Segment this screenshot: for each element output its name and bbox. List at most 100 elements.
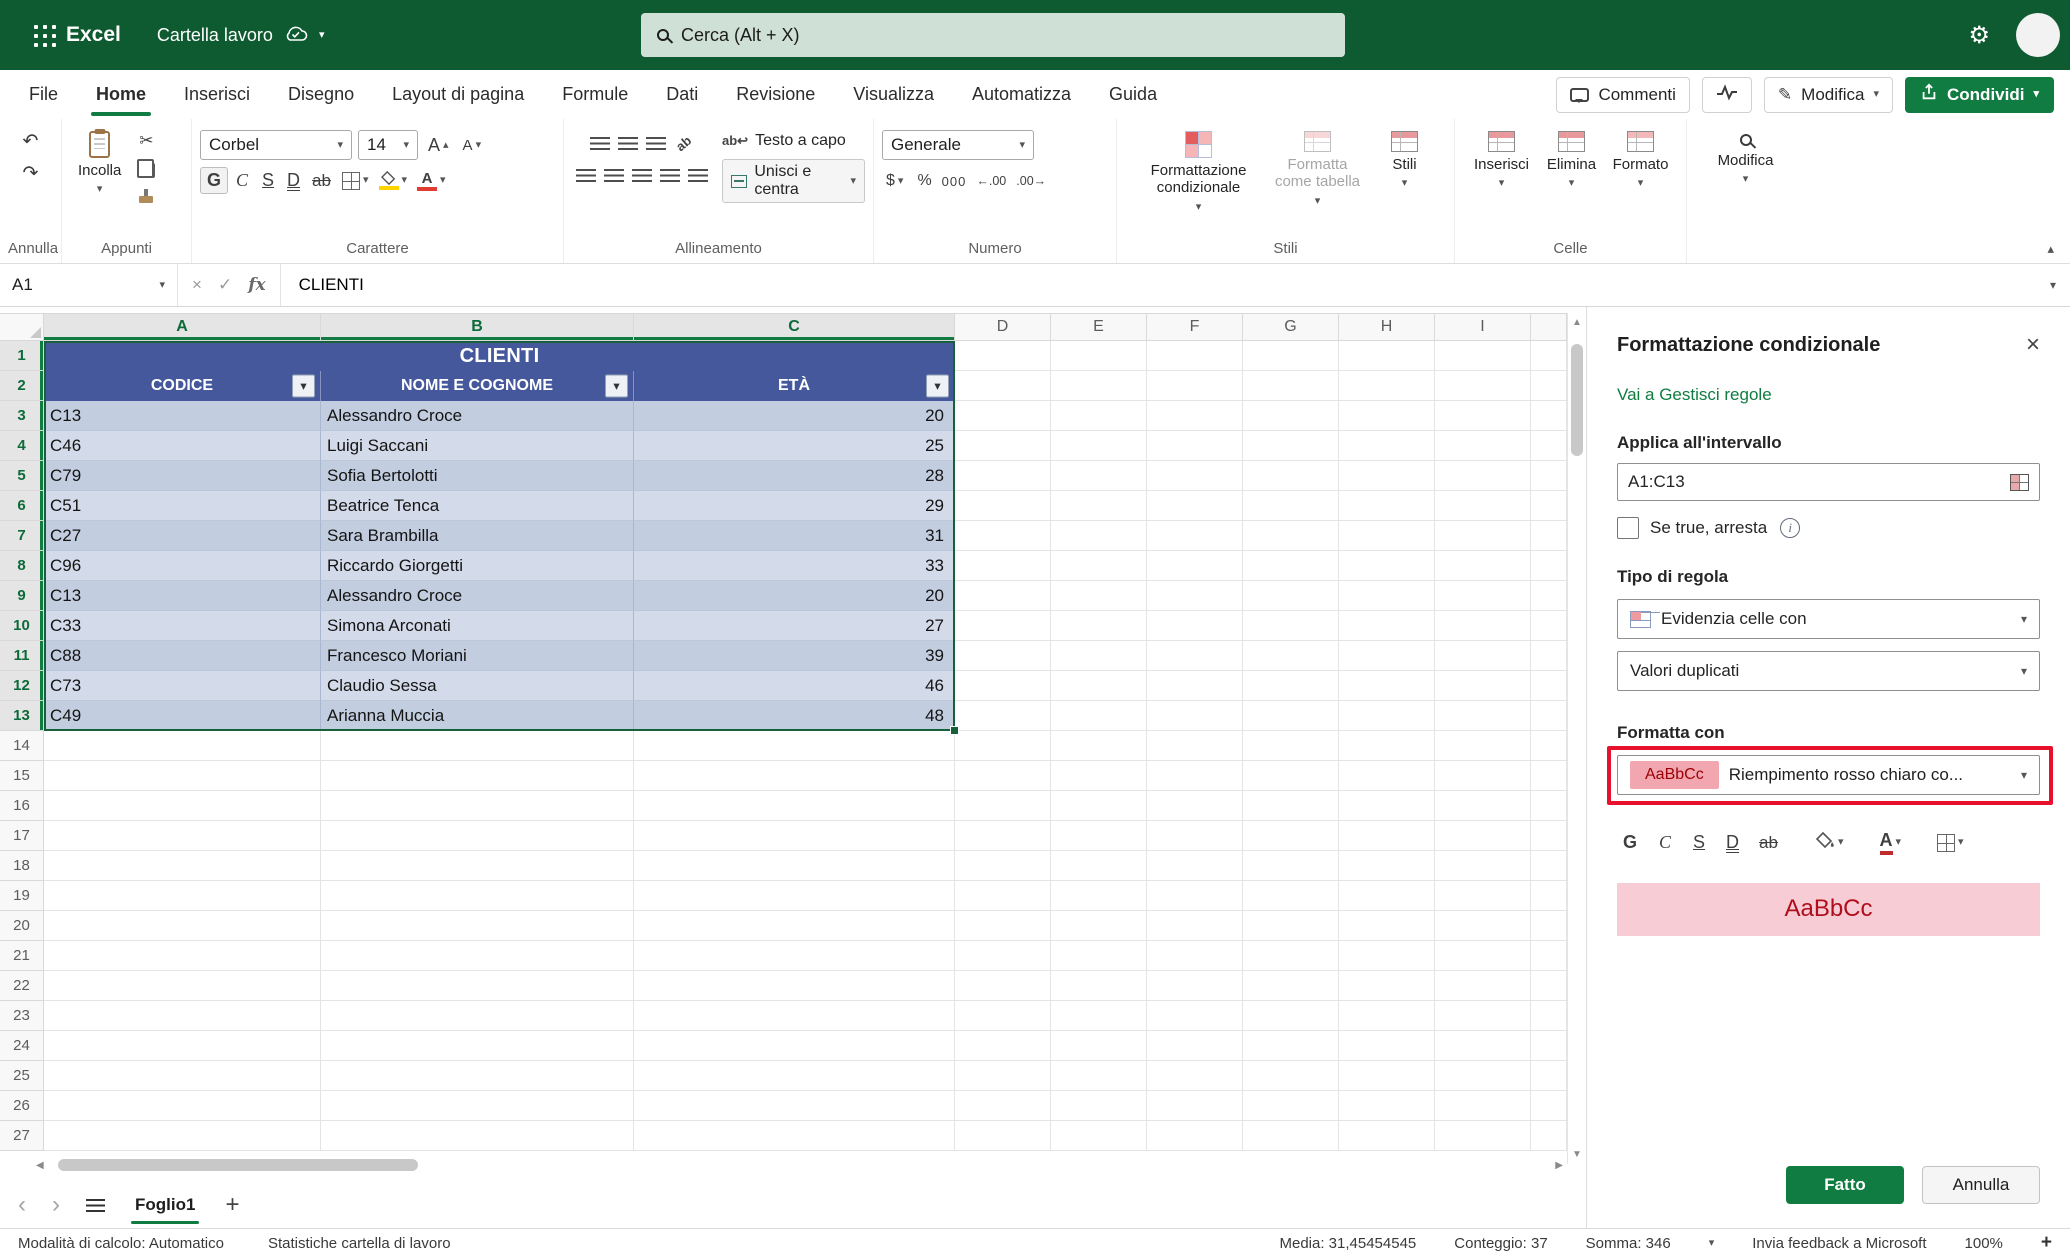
- cell[interactable]: [1531, 791, 1567, 821]
- cell[interactable]: [955, 1121, 1051, 1151]
- merge-center-button[interactable]: Unisci e centra ▾: [722, 159, 865, 203]
- paste-button[interactable]: Incolla ▾: [70, 127, 129, 240]
- cut-button[interactable]: ✂: [139, 131, 153, 151]
- table-cell[interactable]: 48: [634, 701, 955, 731]
- cell[interactable]: [1531, 821, 1567, 851]
- table-cell[interactable]: 33: [634, 551, 955, 581]
- cell[interactable]: [44, 731, 321, 761]
- cell[interactable]: [1243, 1121, 1339, 1151]
- cell[interactable]: [1435, 611, 1531, 641]
- align-bottom-button[interactable]: [642, 130, 670, 156]
- cell[interactable]: [1435, 941, 1531, 971]
- cell[interactable]: [1339, 941, 1435, 971]
- cell[interactable]: [321, 821, 634, 851]
- cell[interactable]: [1339, 1031, 1435, 1061]
- zoom-in-button[interactable]: +: [2041, 1232, 2052, 1254]
- table-cell[interactable]: C73: [44, 671, 321, 701]
- cell[interactable]: [1531, 431, 1567, 461]
- cell[interactable]: [1531, 551, 1567, 581]
- underline-button[interactable]: S: [1687, 830, 1711, 855]
- cell[interactable]: [1243, 1091, 1339, 1121]
- cell[interactable]: [1435, 731, 1531, 761]
- cell[interactable]: [1531, 851, 1567, 881]
- cell[interactable]: [1435, 761, 1531, 791]
- cell[interactable]: [1339, 611, 1435, 641]
- cell[interactable]: [1243, 1001, 1339, 1031]
- cell[interactable]: [1051, 911, 1147, 941]
- row-header-11[interactable]: 11: [0, 641, 44, 671]
- cell[interactable]: [1051, 941, 1147, 971]
- cell[interactable]: [1051, 851, 1147, 881]
- increase-font-button[interactable]: A▴: [424, 133, 453, 158]
- vertical-scroll-track[interactable]: [1571, 332, 1583, 1145]
- table-cell[interactable]: Luigi Saccani: [321, 431, 634, 461]
- horizontal-scrollbar[interactable]: ◀ ▶: [36, 1155, 1563, 1175]
- cell[interactable]: [1243, 491, 1339, 521]
- cell[interactable]: [1147, 1061, 1243, 1091]
- search-bar[interactable]: Cerca (Alt + X): [641, 13, 1345, 57]
- cell[interactable]: [1147, 341, 1243, 371]
- cell[interactable]: [1531, 461, 1567, 491]
- bold-button[interactable]: G: [200, 167, 228, 194]
- row-header-6[interactable]: 6: [0, 491, 44, 521]
- cell[interactable]: [321, 1061, 634, 1091]
- cell[interactable]: [1147, 1091, 1243, 1121]
- manage-rules-link[interactable]: Vai a Gestisci regole: [1617, 385, 2040, 405]
- cell[interactable]: [44, 1061, 321, 1091]
- cell[interactable]: [1531, 1061, 1567, 1091]
- cancel-entry-button[interactable]: ×: [192, 275, 202, 295]
- tab-inserisci[interactable]: Inserisci: [165, 70, 269, 119]
- row-header-13[interactable]: 13: [0, 701, 44, 731]
- cell[interactable]: [1531, 401, 1567, 431]
- underline-button[interactable]: S: [256, 168, 280, 193]
- table-title-cell[interactable]: CLIENTI: [44, 341, 955, 371]
- cell[interactable]: [1435, 971, 1531, 1001]
- cell[interactable]: [1147, 881, 1243, 911]
- cell[interactable]: [1531, 1031, 1567, 1061]
- column-header-B[interactable]: B: [321, 313, 634, 341]
- row-header-21[interactable]: 21: [0, 941, 44, 971]
- row-header-3[interactable]: 3: [0, 401, 44, 431]
- cell[interactable]: [1339, 911, 1435, 941]
- double-underline-button[interactable]: D: [282, 168, 305, 193]
- table-cell[interactable]: C49: [44, 701, 321, 731]
- currency-format-button[interactable]: $▾: [882, 170, 907, 192]
- cell[interactable]: [1051, 671, 1147, 701]
- cell[interactable]: [321, 791, 634, 821]
- cell[interactable]: [955, 1061, 1051, 1091]
- table-cell[interactable]: Simona Arconati: [321, 611, 634, 641]
- table-cell[interactable]: 20: [634, 581, 955, 611]
- range-selector-icon[interactable]: [2010, 474, 2029, 491]
- row-header-20[interactable]: 20: [0, 911, 44, 941]
- table-header-cell[interactable]: ETÀ▾: [634, 371, 955, 401]
- borders-button[interactable]: ▾: [1933, 832, 1968, 854]
- cell[interactable]: [321, 851, 634, 881]
- cell[interactable]: [321, 1091, 634, 1121]
- cell[interactable]: [1435, 911, 1531, 941]
- cell[interactable]: [321, 761, 634, 791]
- row-header-7[interactable]: 7: [0, 521, 44, 551]
- cell[interactable]: [1531, 881, 1567, 911]
- column-header-G[interactable]: G: [1243, 313, 1339, 341]
- tab-file[interactable]: File: [10, 70, 77, 119]
- table-cell[interactable]: Sofia Bertolotti: [321, 461, 634, 491]
- cell[interactable]: [1243, 341, 1339, 371]
- cell[interactable]: [1243, 941, 1339, 971]
- table-cell[interactable]: Sara Brambilla: [321, 521, 634, 551]
- vertical-scrollbar[interactable]: ▲ ▼: [1567, 313, 1586, 1164]
- table-cell[interactable]: C13: [44, 401, 321, 431]
- strikethrough-button[interactable]: ab: [1754, 831, 1783, 855]
- row-header-19[interactable]: 19: [0, 881, 44, 911]
- cell[interactable]: [1531, 611, 1567, 641]
- close-pane-button[interactable]: ×: [2026, 333, 2040, 357]
- tab-home[interactable]: Home: [77, 70, 165, 119]
- borders-button[interactable]: ▾: [338, 170, 373, 192]
- cell[interactable]: [634, 1001, 955, 1031]
- format-style-dropdown[interactable]: AaBbCc Riempimento rosso chiaro co... ▾: [1617, 755, 2040, 795]
- cell[interactable]: [1435, 1121, 1531, 1151]
- cell[interactable]: [1147, 671, 1243, 701]
- cell[interactable]: [1339, 851, 1435, 881]
- cell[interactable]: [1051, 1061, 1147, 1091]
- increase-decimal-button[interactable]: ←.00: [976, 174, 1006, 188]
- cell[interactable]: [44, 821, 321, 851]
